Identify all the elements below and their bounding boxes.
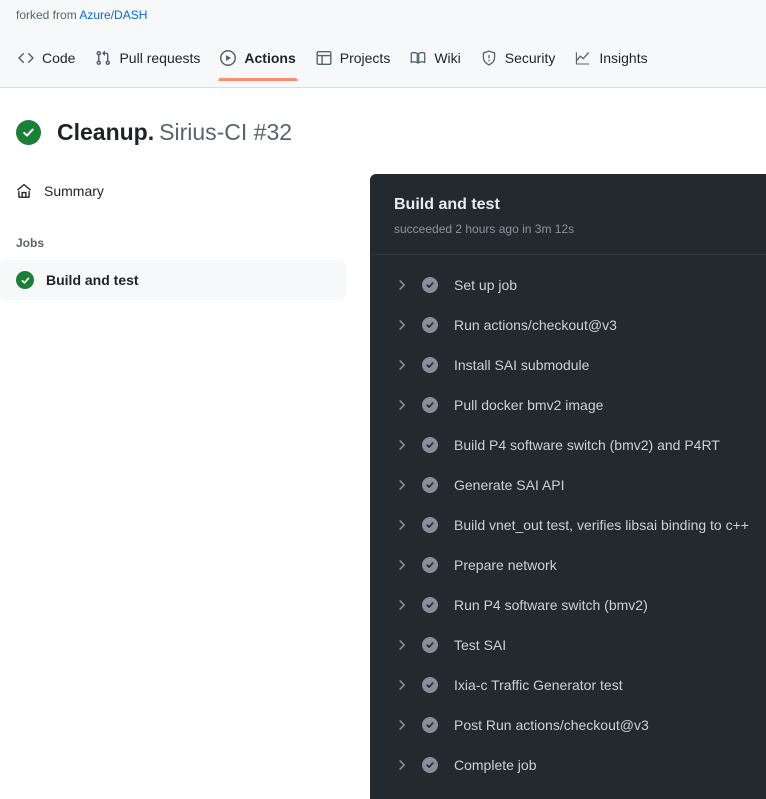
nav-tab-projects[interactable]: Projects — [306, 36, 401, 80]
nav-tab-label: Insights — [599, 50, 648, 66]
nav-tab-insights[interactable]: Insights — [565, 36, 657, 80]
nav-tab-label: Security — [504, 50, 556, 66]
chevron-right-icon[interactable] — [394, 517, 410, 533]
job-log-header: Build and test succeeded 2 hours ago in … — [370, 174, 766, 255]
job-step-label: Set up job — [454, 277, 518, 293]
check-circle-icon — [422, 397, 438, 413]
chevron-right-icon[interactable] — [394, 637, 410, 653]
chevron-right-icon[interactable] — [394, 477, 410, 493]
job-log-title: Build and test — [394, 196, 500, 213]
check-circle-icon — [16, 119, 41, 145]
git-pull-request-icon — [95, 50, 111, 66]
job-step-row[interactable]: Ixia-c Traffic Generator test — [370, 665, 766, 705]
check-circle-icon — [16, 271, 34, 289]
nav-tab-code[interactable]: Code — [8, 36, 85, 80]
check-circle-icon — [422, 477, 438, 493]
shield-icon — [481, 50, 497, 66]
job-step-label: Ixia-c Traffic Generator test — [454, 677, 623, 693]
nav-tab-label: Projects — [339, 50, 391, 66]
job-step-label: Run P4 software switch (bmv2) — [454, 597, 648, 613]
check-circle-icon — [422, 597, 438, 613]
chevron-right-icon[interactable] — [394, 597, 410, 613]
job-step-label: Complete job — [454, 757, 537, 773]
check-circle-icon — [422, 677, 438, 693]
nav-tab-pull-requests[interactable]: Pull requests — [85, 36, 210, 80]
sidebar-jobs-heading: Jobs — [16, 236, 45, 250]
chevron-right-icon[interactable] — [394, 717, 410, 733]
job-step-row[interactable]: Post Run actions/checkout@v3 — [370, 705, 766, 745]
job-steps-list: Set up job Run actions/checkout@v3 Insta… — [370, 255, 766, 785]
job-step-label: Build vnet_out test, verifies libsai bin… — [454, 517, 749, 533]
chevron-right-icon[interactable] — [394, 357, 410, 373]
nav-tab-actions[interactable]: Actions — [210, 36, 305, 81]
job-step-row[interactable]: Build P4 software switch (bmv2) and P4RT — [370, 425, 766, 465]
job-step-label: Build P4 software switch (bmv2) and P4RT — [454, 437, 720, 453]
job-step-row[interactable]: Run actions/checkout@v3 — [370, 305, 766, 345]
chevron-right-icon[interactable] — [394, 277, 410, 293]
forked-from-prefix: forked from — [16, 8, 77, 22]
job-step-label: Generate SAI API — [454, 477, 565, 493]
job-step-label: Pull docker bmv2 image — [454, 397, 604, 413]
code-icon — [18, 50, 34, 66]
check-circle-icon — [422, 277, 438, 293]
table-icon — [316, 50, 332, 66]
job-step-row[interactable]: Set up job — [370, 265, 766, 305]
job-step-row[interactable]: Generate SAI API — [370, 465, 766, 505]
check-circle-icon — [422, 637, 438, 653]
run-sidebar: Summary Jobs Build and test — [0, 174, 346, 300]
nav-tab-wiki[interactable]: Wiki — [400, 36, 470, 80]
check-circle-icon — [422, 717, 438, 733]
run-name: Cleanup. — [57, 119, 155, 145]
chevron-right-icon[interactable] — [394, 437, 410, 453]
book-icon — [410, 50, 426, 66]
run-title-row: Cleanup. Sirius-CI #32 — [0, 88, 766, 152]
check-circle-icon — [422, 517, 438, 533]
job-step-label: Run actions/checkout@v3 — [454, 317, 617, 333]
chevron-right-icon[interactable] — [394, 397, 410, 413]
repo-nav-tabs: Code Pull requests Actions Projects Wiki — [0, 36, 766, 81]
forked-from-link[interactable]: Azure/DASH — [79, 8, 147, 22]
job-step-row[interactable]: Test SAI — [370, 625, 766, 665]
sidebar-job-label: Build and test — [46, 272, 139, 288]
play-circle-icon — [220, 50, 237, 66]
nav-tab-label: Pull requests — [119, 50, 201, 66]
forked-from-text: forked from Azure/DASH — [0, 0, 766, 24]
nav-tab-label: Wiki — [434, 50, 461, 66]
check-circle-icon — [422, 557, 438, 573]
job-step-label: Post Run actions/checkout@v3 — [454, 717, 649, 733]
job-step-row[interactable]: Prepare network — [370, 545, 766, 585]
check-circle-icon — [422, 757, 438, 773]
chevron-right-icon[interactable] — [394, 677, 410, 693]
sidebar-item-summary[interactable]: Summary — [0, 174, 346, 208]
job-step-label: Test SAI — [454, 637, 507, 653]
check-circle-icon — [422, 357, 438, 373]
check-circle-icon — [422, 317, 438, 333]
job-step-row[interactable]: Complete job — [370, 745, 766, 785]
page-title: Cleanup. Sirius-CI #32 — [57, 117, 292, 147]
sidebar-item-label: Summary — [44, 183, 104, 199]
job-log-status: succeeded 2 hours ago in 3m 12s — [394, 222, 575, 236]
chevron-right-icon[interactable] — [394, 757, 410, 773]
repo-header: forked from Azure/DASH Code Pull request… — [0, 0, 766, 88]
job-step-row[interactable]: Run P4 software switch (bmv2) — [370, 585, 766, 625]
job-log-panel: Build and test succeeded 2 hours ago in … — [370, 174, 766, 799]
nav-tab-label: Actions — [244, 50, 296, 66]
nav-tab-label: Code — [42, 50, 76, 66]
chevron-right-icon[interactable] — [394, 317, 410, 333]
job-step-row[interactable]: Pull docker bmv2 image — [370, 385, 766, 425]
sidebar-item-build-and-test[interactable]: Build and test — [0, 260, 346, 300]
job-step-label: Install SAI submodule — [454, 357, 590, 373]
job-step-row[interactable]: Install SAI submodule — [370, 345, 766, 385]
run-subtitle: Sirius-CI #32 — [159, 119, 293, 145]
check-circle-icon — [422, 437, 438, 453]
job-step-row[interactable]: Build vnet_out test, verifies libsai bin… — [370, 505, 766, 545]
graph-icon — [575, 50, 591, 66]
job-step-label: Prepare network — [454, 557, 557, 573]
nav-tab-security[interactable]: Security — [471, 36, 566, 80]
chevron-right-icon[interactable] — [394, 557, 410, 573]
home-icon — [16, 183, 32, 199]
